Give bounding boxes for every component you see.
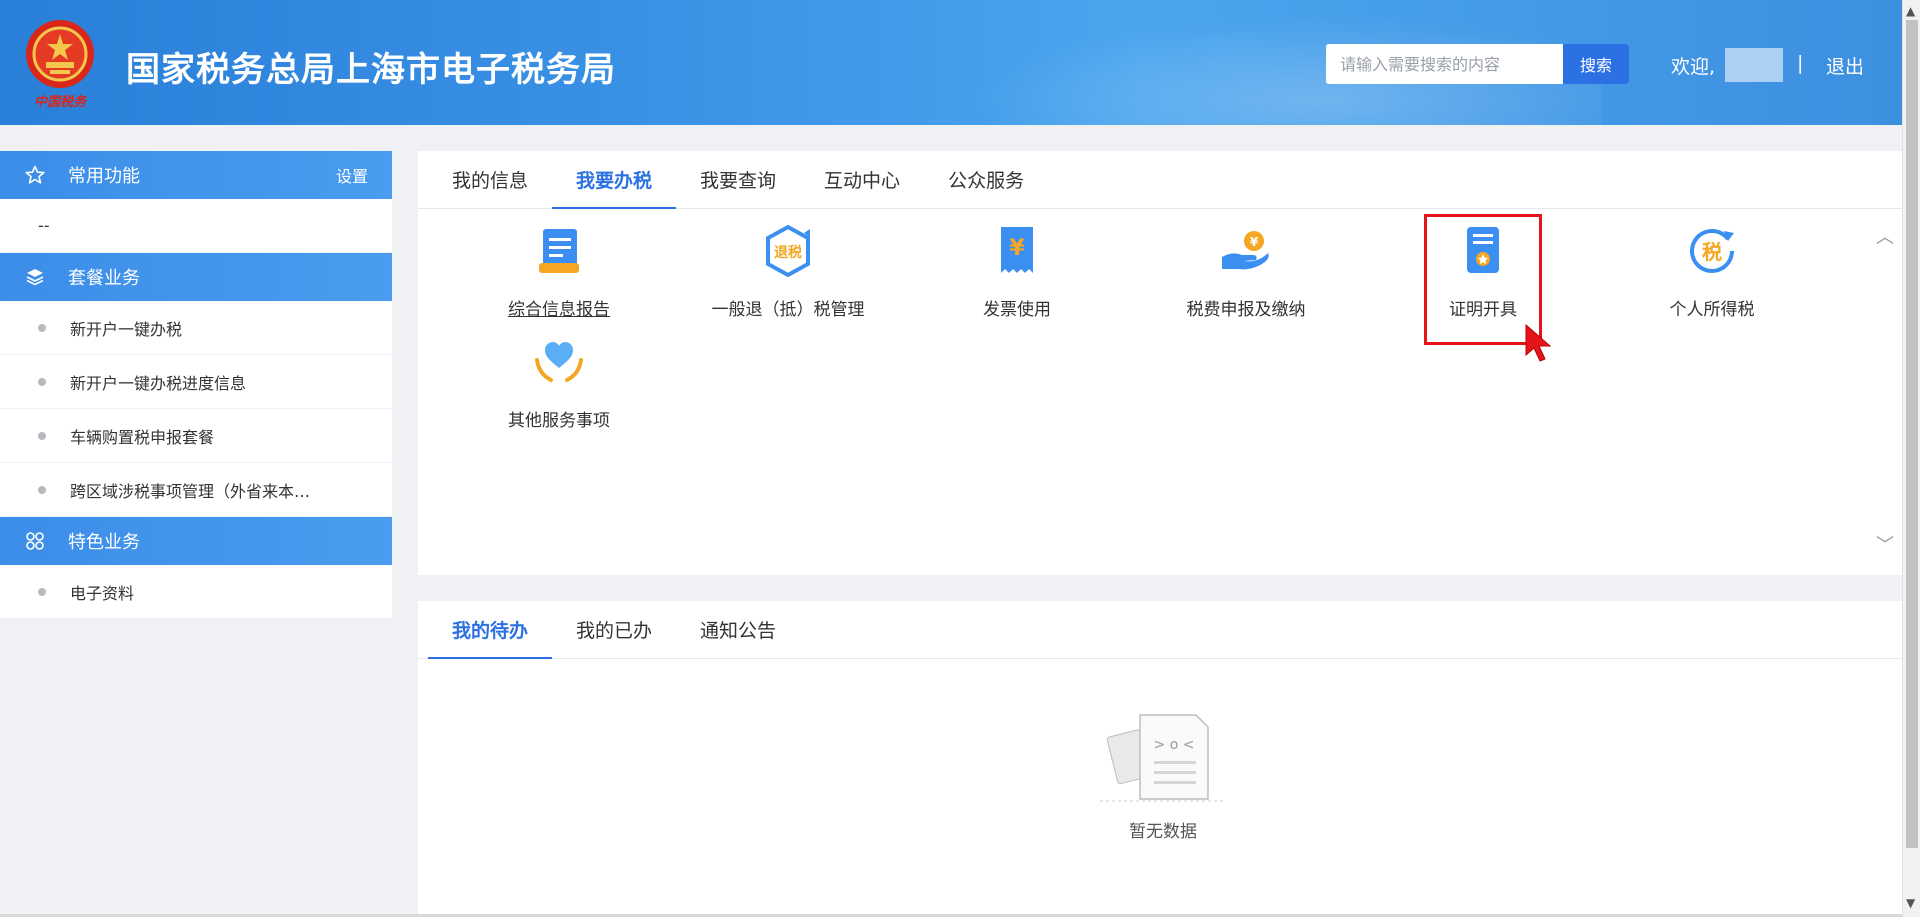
emblem-caption: 中国税务 xyxy=(34,94,88,110)
tab-my-todo[interactable]: 我的待办 xyxy=(428,601,553,659)
national-emblem-icon: 中国税务 xyxy=(26,20,94,110)
welcome-text: 欢迎, xyxy=(1671,56,1716,78)
bullet-icon xyxy=(38,323,46,332)
tab-public-service[interactable]: 公众服务 xyxy=(924,151,1048,208)
service-info-report[interactable]: 综合信息报告 xyxy=(459,223,659,320)
bullet-icon xyxy=(38,431,46,440)
empty-document-icon: > o < xyxy=(1100,714,1226,802)
invoice-yen-icon: ¥ xyxy=(1001,227,1033,273)
sidebar-section-package[interactable]: 套餐业务 xyxy=(0,253,392,301)
scroll-down-arrow-icon[interactable]: ▼ xyxy=(1906,896,1915,910)
bullet-icon xyxy=(38,587,46,596)
bullet-icon xyxy=(38,485,46,494)
service-personal-income-tax[interactable]: 税 个人所得税 xyxy=(1612,223,1812,320)
tab-query[interactable]: 我要查询 xyxy=(676,151,800,208)
hand-coin-icon-text: ¥ xyxy=(1250,235,1259,249)
panel-scroll-down-icon[interactable]: ﹀ xyxy=(1876,531,1894,557)
refund-tax-icon: 退税 xyxy=(766,224,810,278)
sidebar-item[interactable]: 电子资料 xyxy=(0,565,392,619)
panel-scroll-up-icon[interactable]: ︿ xyxy=(1876,223,1894,249)
scrollbar-thumb[interactable] xyxy=(1906,20,1918,848)
tab-interaction[interactable]: 互动中心 xyxy=(800,151,924,208)
tab-my-done[interactable]: 我的已办 xyxy=(552,601,676,658)
site-title: 国家税务总局上海市电子税务局 xyxy=(126,50,616,90)
personal-tax-icon: 税 xyxy=(1690,229,1734,273)
service-refund[interactable]: 退税 一般退（抵）税管理 xyxy=(688,223,888,320)
service-label: 一般退（抵）税管理 xyxy=(711,300,865,320)
sidebar-section-label: 常用功能 xyxy=(68,166,140,187)
sidebar-item[interactable]: 车辆购置税申报套餐 xyxy=(0,409,392,463)
site-header: 中国税务 国家税务总局上海市电子税务局 搜索 欢迎, | 退出 xyxy=(0,0,1902,125)
svg-text:> o <: > o < xyxy=(1154,737,1195,753)
sidebar: 常用功能 设置 -- 套餐业务 新开户一键办税 新开户一键办税进度信息 车辆购置… xyxy=(0,151,392,619)
service-label: 个人所得税 xyxy=(1669,300,1755,320)
search-input[interactable] xyxy=(1326,44,1563,84)
layers-icon xyxy=(24,266,46,288)
service-declare-pay[interactable]: ¥ 税费申报及缴纳 xyxy=(1146,223,1346,320)
sidebar-item[interactable]: 跨区域涉税事项管理（外省来本… xyxy=(0,463,392,517)
service-other[interactable]: 其他服务事项 xyxy=(459,334,659,431)
service-invoice[interactable]: ¥ 发票使用 xyxy=(917,223,1117,320)
page-scrollbar[interactable]: ▲ ▼ xyxy=(1902,0,1920,917)
sidebar-section-common[interactable]: 常用功能 设置 xyxy=(0,151,392,199)
scroll-up-arrow-icon[interactable]: ▲ xyxy=(1906,4,1915,18)
service-label: 发票使用 xyxy=(983,300,1051,320)
tab-my-info[interactable]: 我的信息 xyxy=(428,151,552,208)
service-label: 其他服务事项 xyxy=(508,411,610,431)
tab-notices[interactable]: 通知公告 xyxy=(676,601,800,658)
sidebar-item-label: 电子资料 xyxy=(70,583,135,603)
username-redacted xyxy=(1725,48,1783,82)
personal-tax-icon-text: 税 xyxy=(1702,240,1722,264)
tab-do-tax[interactable]: 我要办税 xyxy=(552,151,677,209)
search-box: 搜索 xyxy=(1326,44,1629,84)
sidebar-item-label: 新开户一键办税进度信息 xyxy=(70,373,247,393)
header-divider: | xyxy=(1797,52,1804,74)
search-button[interactable]: 搜索 xyxy=(1563,44,1629,84)
refund-tax-icon-text: 退税 xyxy=(774,244,802,261)
mouse-cursor-icon xyxy=(1525,323,1552,362)
empty-state: > o < 暂无数据 xyxy=(1088,711,1238,842)
service-panel: 我的信息 我要办税 我要查询 互动中心 公众服务 综合信息报告 退税 一般退（抵… xyxy=(418,151,1902,575)
service-label: 综合信息报告 xyxy=(508,300,610,320)
sidebar-item-label: 车辆购置税申报套餐 xyxy=(70,427,215,447)
document-icon xyxy=(539,229,579,273)
grid-icon xyxy=(24,530,46,552)
service-tabs: 我的信息 我要办税 我要查询 互动中心 公众服务 xyxy=(418,151,1902,209)
sidebar-item[interactable]: 新开户一键办税 xyxy=(0,301,392,355)
common-placeholder: -- xyxy=(0,199,392,253)
bullet-icon xyxy=(38,377,46,386)
settings-link[interactable]: 设置 xyxy=(336,163,368,187)
invoice-yen-icon-text: ¥ xyxy=(1009,236,1025,261)
sidebar-section-label: 套餐业务 xyxy=(68,268,140,289)
star-icon xyxy=(24,164,46,186)
empty-text: 暂无数据 xyxy=(1129,822,1197,842)
tasks-panel: 我的待办 我的已办 通知公告 > o < 暂无数据 xyxy=(418,601,1902,917)
heart-hands-icon xyxy=(535,342,583,382)
tasks-tabs: 我的待办 我的已办 通知公告 xyxy=(418,601,1902,659)
hand-coin-icon: ¥ xyxy=(1222,231,1269,270)
sidebar-item-label: 新开户一键办税 xyxy=(70,319,183,339)
logout-link[interactable]: 退出 xyxy=(1826,52,1864,79)
service-label: 税费申报及缴纳 xyxy=(1186,300,1306,320)
sidebar-item[interactable]: 新开户一键办税进度信息 xyxy=(0,355,392,409)
sidebar-section-feature[interactable]: 特色业务 xyxy=(0,517,392,565)
sidebar-item-label: 跨区域涉税事项管理（外省来本… xyxy=(70,481,311,501)
sidebar-section-label: 特色业务 xyxy=(68,532,140,553)
